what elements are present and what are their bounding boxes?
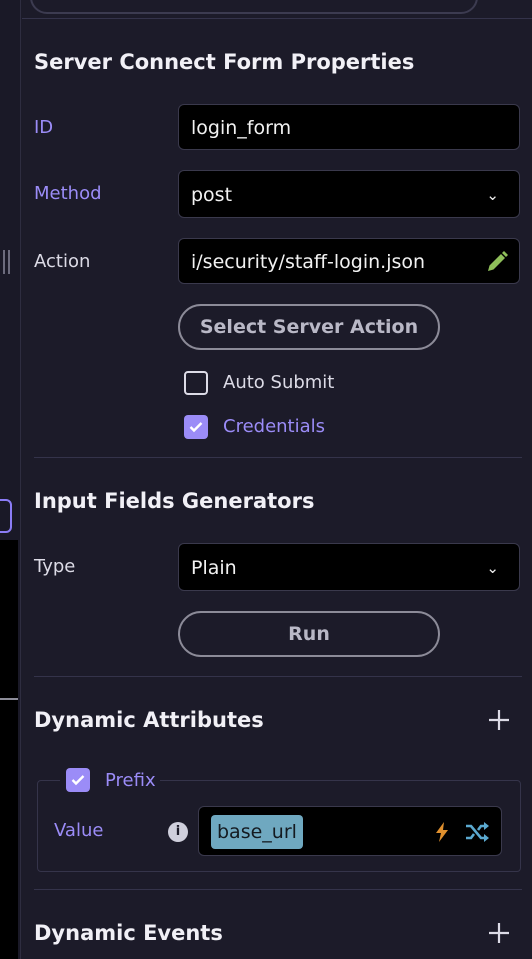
check-icon: [189, 422, 203, 433]
section-divider: [34, 676, 522, 677]
auto-submit-checkbox[interactable]: [184, 371, 208, 395]
method-value: post: [191, 184, 233, 206]
generators-title: Input Fields Generators: [34, 489, 315, 513]
id-input[interactable]: login_form: [178, 104, 520, 150]
type-label: Type: [34, 556, 76, 577]
form-properties-title: Server Connect Form Properties: [34, 50, 415, 74]
chevron-down-icon: ⌄: [486, 559, 499, 577]
type-select[interactable]: Plain ⌄: [178, 543, 520, 591]
section-divider: [34, 889, 522, 890]
header-divider: [22, 18, 532, 19]
left-panel-dark-area: [0, 540, 18, 959]
dynamic-events-title: Dynamic Events: [34, 921, 223, 945]
method-select[interactable]: post ⌄: [178, 170, 520, 218]
base-url-chip[interactable]: base_url: [211, 815, 303, 849]
check-icon: [71, 775, 85, 786]
type-value: Plain: [191, 557, 237, 579]
select-server-action-button[interactable]: Select Server Action: [178, 304, 440, 350]
plus-icon[interactable]: [487, 921, 511, 945]
shuffle-icon[interactable]: [464, 821, 490, 843]
method-label: Method: [34, 183, 102, 204]
dynamic-attributes-title: Dynamic Attributes: [34, 708, 264, 732]
value-expression-field[interactable]: base_url: [198, 806, 502, 856]
id-value: login_form: [191, 117, 292, 139]
lightning-icon[interactable]: [435, 822, 449, 842]
prefix-checkbox[interactable]: [66, 768, 90, 792]
action-value: i/security/staff-login.json: [191, 251, 426, 273]
left-panel-selected-item[interactable]: [0, 499, 12, 533]
run-button[interactable]: Run: [178, 611, 440, 657]
action-label: Action: [34, 251, 91, 272]
plus-icon[interactable]: [487, 708, 511, 732]
top-search-box[interactable]: [30, 0, 478, 14]
chevron-down-icon: ⌄: [486, 186, 499, 204]
action-input[interactable]: i/security/staff-login.json: [178, 238, 520, 284]
pencil-icon[interactable]: [485, 250, 509, 274]
credentials-checkbox[interactable]: [184, 415, 208, 439]
value-label: Value: [54, 820, 104, 841]
id-label: ID: [34, 117, 54, 138]
left-panel-edge: [0, 0, 21, 959]
section-divider: [34, 457, 522, 458]
prefix-label: Prefix: [105, 770, 156, 791]
auto-submit-label: Auto Submit: [223, 372, 335, 393]
resize-grip-handle[interactable]: [2, 250, 12, 274]
info-icon[interactable]: i: [168, 822, 188, 842]
left-panel-divider: [0, 698, 18, 700]
credentials-label: Credentials: [223, 416, 326, 437]
